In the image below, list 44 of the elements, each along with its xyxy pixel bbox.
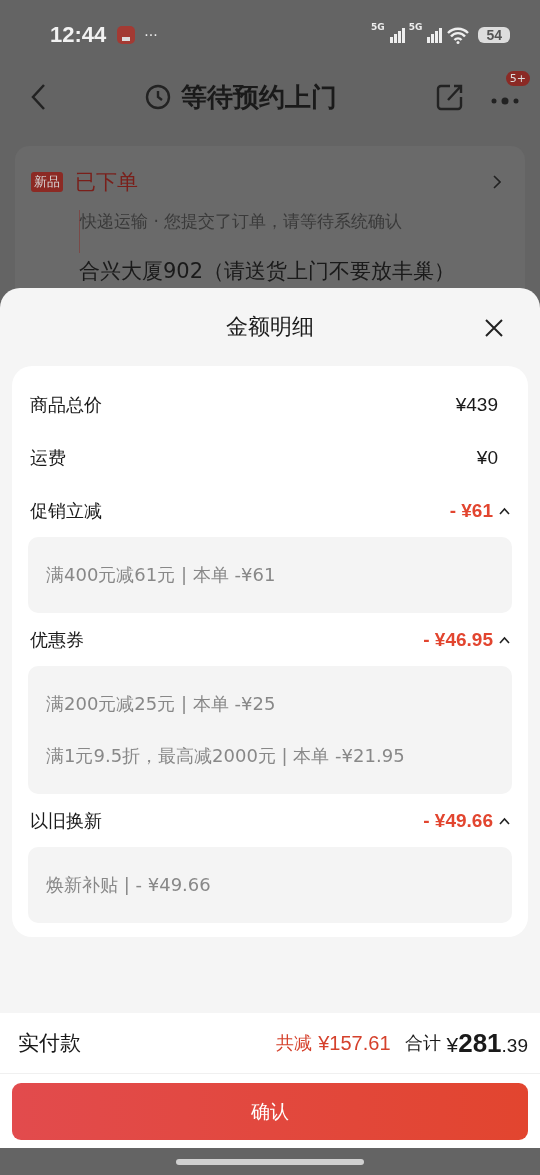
paid-label: 实付款 — [18, 1030, 81, 1057]
caret-icon[interactable] — [499, 635, 510, 644]
signal-icon — [388, 27, 405, 43]
saved-label: 共减 — [276, 1031, 313, 1055]
confirm-button[interactable]: 确认 — [12, 1083, 528, 1140]
price-amount: ¥0 — [476, 446, 499, 469]
app-icon — [116, 25, 137, 45]
total-amount: ¥281.39 — [446, 1027, 528, 1059]
delivery-address: 合兴大厦902（请送货上门不要放丰巢） — [79, 258, 457, 285]
network-label: 5G — [408, 22, 423, 32]
caret-icon[interactable] — [499, 506, 510, 515]
close-icon[interactable] — [484, 318, 504, 338]
more-notifications: ··· — [144, 27, 158, 43]
price-amount: - ¥49.66 — [423, 809, 494, 832]
price-amount: - ¥46.95 — [423, 628, 494, 651]
total-label: 合计 — [404, 1031, 441, 1055]
chevron-right-icon[interactable] — [493, 175, 501, 189]
discount-detail: 满400元减61元 | 本单 -¥61 — [46, 563, 277, 587]
share-icon[interactable] — [436, 83, 464, 111]
discount-detail: 焕新补贴 | - ¥49.66 — [46, 873, 212, 897]
caret-icon[interactable] — [499, 816, 510, 825]
price-label: 商品总价 — [30, 392, 102, 417]
discount-detail: 满200元减25元 | 本单 -¥25 — [46, 692, 277, 716]
clock-icon — [145, 84, 171, 110]
price-label: 运费 — [30, 445, 66, 470]
battery-level: 54 — [478, 27, 510, 43]
home-indicator[interactable] — [176, 1158, 364, 1165]
discount-detail: 满1元9.5折，最高减2000元 | 本单 -¥21.95 — [46, 744, 406, 768]
signal-icon — [426, 27, 443, 43]
price-amount: - ¥61 — [449, 499, 494, 522]
notification-badge: 5+ — [505, 70, 530, 86]
price-label: 以旧换新 — [30, 808, 102, 833]
more-icon[interactable] — [490, 95, 520, 106]
status-time: 12:44 — [50, 22, 107, 48]
page-title: 等待预约上门 — [181, 80, 337, 114]
saved-amount: ¥157.61 — [318, 1031, 391, 1055]
price-label: 促销立减 — [30, 498, 102, 523]
back-icon[interactable] — [30, 83, 46, 111]
price-label: 优惠券 — [30, 627, 84, 652]
network-label: 5G — [371, 22, 385, 32]
wifi-icon — [446, 26, 471, 44]
sheet-title: 金额明细 — [226, 313, 314, 341]
price-amount: ¥439 — [455, 393, 499, 416]
new-tag: 新品 — [31, 172, 63, 192]
